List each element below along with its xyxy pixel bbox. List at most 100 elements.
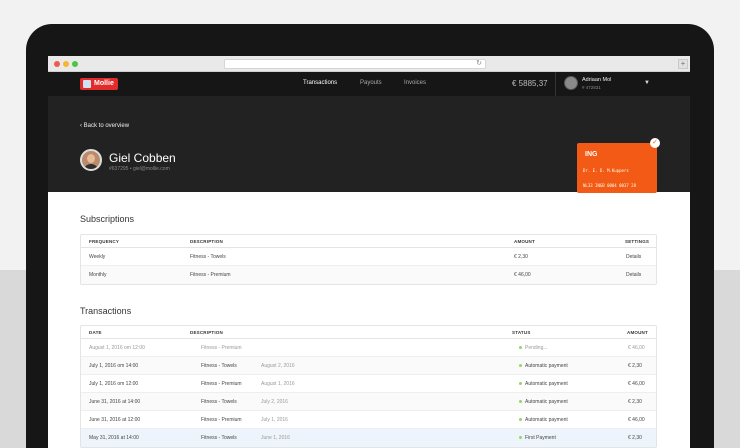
table-row[interactable]: August 1, 2016 om 12:00 Fitness - Premium…: [81, 339, 656, 357]
background-shade-left: [0, 270, 26, 448]
sub-date-cell: August 2, 2016: [261, 363, 295, 369]
mollie-logo[interactable]: Mollie: [80, 78, 118, 90]
col-settings: SETTINGS: [625, 239, 650, 244]
status-dot-icon: [519, 364, 522, 368]
table-row[interactable]: June 31, 2016 at 12:00 Fitness - Premium J…: [81, 411, 656, 429]
table-row[interactable]: June 31, 2016 at 14:00 Fitness - Towels Ju…: [81, 393, 656, 411]
window-minimize-button[interactable]: [63, 61, 69, 67]
description-cell: Fitness - Towels: [201, 435, 237, 441]
background-shade-right: [714, 270, 740, 448]
description-cell: Fitness - Towels: [201, 399, 237, 405]
subscriptions-header: FREQUENCY DESCRIPTION AMOUNT SETTINGS: [81, 235, 656, 248]
date-cell: July 1, 2016 om 12:00: [89, 381, 139, 387]
card-holder: Dr. E. D. M.Kuppers: [583, 168, 629, 173]
sub-date-cell: July 2, 2016: [261, 399, 288, 405]
transactions-table: DATE DESCRIPTION STATUS AMOUNT August 1,…: [80, 325, 657, 448]
details-link[interactable]: Details: [626, 272, 641, 278]
status-cell: Pending...: [519, 345, 548, 351]
nav-transactions[interactable]: Transactions: [303, 80, 337, 86]
address-bar[interactable]: ↻: [224, 59, 486, 69]
date-cell: May 31, 2016 at 14:00: [89, 435, 139, 441]
date-cell: June 31, 2016 at 14:00: [89, 399, 141, 405]
transactions-title: Transactions: [80, 306, 132, 316]
customer-header: ‹ Back to overview Giel Cobben #637295 •…: [48, 96, 690, 193]
status-cell: First Payment: [519, 435, 556, 441]
col-status: STATUS: [512, 330, 531, 335]
amount-cell: € 46,00: [514, 272, 531, 278]
amount-cell: € 2,30: [628, 363, 642, 369]
browser-toolbar: ↻ +: [48, 56, 690, 72]
bank-card[interactable]: ING Dr. E. D. M.Kuppers NL33 INGB 0004 0…: [577, 143, 657, 193]
account-name[interactable]: Adriaan Mol: [582, 77, 611, 83]
description-cell: Fitness - Premium: [201, 417, 242, 423]
status-label: Automatic payment: [525, 363, 568, 369]
status-dot-icon: [519, 400, 522, 404]
col-description: DESCRIPTION: [190, 330, 223, 335]
new-tab-button[interactable]: +: [678, 59, 688, 69]
table-row[interactable]: July 1, 2016 om 12:00 Fitness - Premium Au…: [81, 375, 656, 393]
checkmark-icon: ✓: [650, 138, 660, 148]
nav-invoices[interactable]: Invoices: [404, 80, 426, 86]
account-number: # 472831: [582, 85, 601, 90]
status-cell: Automatic payment: [519, 381, 568, 387]
status-label: Automatic payment: [525, 381, 568, 387]
status-label: Automatic payment: [525, 399, 568, 405]
nav-payouts[interactable]: Payouts: [360, 80, 382, 86]
description-cell: Fitness - Towels: [190, 254, 226, 260]
status-label: First Payment: [525, 435, 556, 441]
logo-icon: [83, 80, 91, 88]
reload-icon[interactable]: ↻: [476, 60, 482, 68]
app-header: Mollie Transactions Payouts Invoices € 5…: [48, 72, 690, 96]
card-iban: NL33 INGB 0004 0037 28: [583, 183, 636, 188]
chevron-down-icon[interactable]: ▼: [644, 80, 650, 86]
status-dot-icon: [519, 346, 522, 350]
device-background: ↻ + Mollie Transactions Payouts Invoices…: [0, 0, 740, 448]
laptop-screen: ↻ + Mollie Transactions Payouts Invoices…: [48, 56, 690, 448]
amount-cell: € 46,00: [628, 381, 645, 387]
status-dot-icon: [519, 382, 522, 386]
back-link-label: Back to overview: [83, 123, 130, 129]
description-cell: Fitness - Premium: [190, 272, 231, 278]
date-cell: July 1, 2016 om 14:00: [89, 363, 139, 369]
amount-cell: € 2,30: [514, 254, 528, 260]
avatar-body: [83, 164, 99, 169]
status-dot-icon: [519, 436, 522, 440]
subscriptions-table: FREQUENCY DESCRIPTION AMOUNT SETTINGS We…: [80, 234, 657, 285]
date-cell: August 1, 2016 om 12:00: [89, 345, 145, 351]
table-row[interactable]: Monthly Fitness - Premium € 46,00 Detail…: [81, 266, 656, 284]
col-amount: AMOUNT: [627, 330, 648, 335]
frequency-cell: Weekly: [89, 254, 106, 260]
description-cell: Fitness - Premium: [201, 381, 242, 387]
transactions-body: August 1, 2016 om 12:00 Fitness - Premium…: [81, 339, 656, 447]
customer-meta: #637295 • giel@mollie.com: [109, 166, 170, 172]
amount-cell: € 2,30: [628, 399, 642, 405]
customer-name: Giel Cobben: [109, 151, 176, 165]
customer-avatar: [80, 149, 102, 171]
frequency-cell: Monthly: [89, 272, 107, 278]
details-link[interactable]: Details: [626, 254, 641, 260]
transactions-header: DATE DESCRIPTION STATUS AMOUNT: [81, 326, 656, 339]
bank-name: ING: [585, 151, 598, 158]
sub-date-cell: July 1, 2016: [261, 417, 288, 423]
date-cell: June 31, 2016 at 12:00: [89, 417, 141, 423]
table-row[interactable]: July 1, 2016 om 14:00 Fitness - Towels Aug…: [81, 357, 656, 375]
table-row[interactable]: Weekly Fitness - Towels € 2,30 Details: [81, 248, 656, 266]
amount-cell: € 2,30: [628, 435, 642, 441]
status-label: Automatic payment: [525, 417, 568, 423]
sub-date-cell: August 1, 2016: [261, 381, 295, 387]
col-frequency: FREQUENCY: [89, 239, 120, 244]
window-zoom-button[interactable]: [72, 61, 78, 67]
status-label: Pending...: [525, 345, 548, 351]
logo-text: Mollie: [94, 80, 114, 87]
subscriptions-title: Subscriptions: [80, 214, 135, 224]
window-close-button[interactable]: [54, 61, 60, 67]
col-description: DESCRIPTION: [190, 239, 223, 244]
table-row[interactable]: May 31, 2016 at 14:00 Fitness - Towels Jun…: [81, 429, 656, 447]
amount-cell: € 46,00: [628, 345, 645, 351]
col-date: DATE: [89, 330, 102, 335]
description-cell: Fitness - Premium: [201, 345, 242, 351]
status-dot-icon: [519, 418, 522, 422]
account-avatar[interactable]: [564, 76, 578, 90]
back-to-overview-link[interactable]: ‹ Back to overview: [80, 123, 129, 129]
status-cell: Automatic payment: [519, 363, 568, 369]
